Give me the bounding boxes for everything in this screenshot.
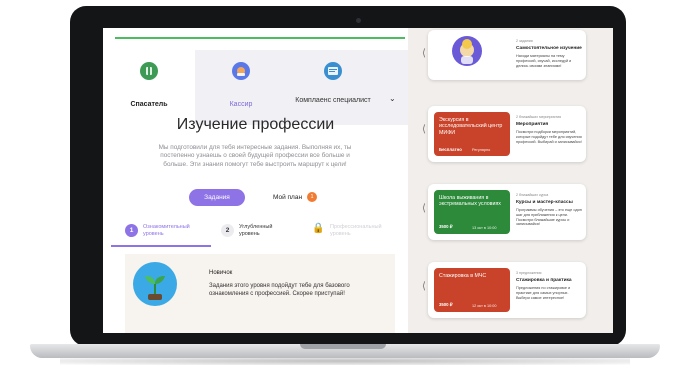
tab-label: Комплаенс специалист: [295, 97, 371, 104]
active-level-underline: [111, 245, 211, 247]
event-price: Бесплатно: [439, 147, 462, 152]
internship-date: 12 окт в 10:00: [472, 304, 497, 308]
card-kicker: 3 предложения: [516, 271, 542, 275]
profession-tabs: Спасатель Кассир Комплаенс специалист ⌄: [103, 50, 408, 125]
card-desc: Находи материалы на тему профессий, изуч…: [516, 54, 572, 68]
card-title: Мероприятия: [516, 122, 549, 127]
level-label[interactable]: Углубленный уровень: [239, 224, 294, 237]
tasks-button[interactable]: Задания: [189, 189, 245, 206]
activities-panel: ⟨ 2 задания Самостоятельное изучение Нах…: [408, 28, 613, 333]
compliance-icon: [324, 62, 342, 80]
event-date: Регулярно: [472, 148, 491, 152]
laptop-shadow: [60, 357, 630, 365]
level-number: 2: [221, 224, 234, 237]
level-number: 1: [125, 224, 138, 237]
internship-title: Стажировка в МЧС: [439, 273, 487, 279]
tab-label: Спасатель: [130, 101, 168, 108]
card-kicker: 2 ближайших мероприятия: [516, 115, 562, 119]
card-title: Стажировка и практика: [516, 278, 572, 283]
course-price: 3500 ₽: [439, 224, 453, 229]
sprout-icon: [133, 262, 177, 306]
card-desc: Посмотри подборки мероприятий, которые п…: [516, 130, 582, 144]
level-text: Задания этого уровня подойдут тебе для б…: [209, 283, 350, 297]
card-desc: Программы обучения – это еще один шаг дл…: [516, 208, 582, 227]
profession-panel: Спасатель Кассир Комплаенс специалист ⌄ …: [103, 28, 408, 333]
chevron-left-icon[interactable]: ⟨: [422, 203, 426, 214]
course-title: Школа выживания в экстремальных условиях: [439, 195, 501, 208]
tab-cashier[interactable]: Кассир: [195, 50, 287, 125]
cashier-icon: [232, 62, 250, 80]
internship-price: 3500 ₽: [439, 302, 453, 307]
progress-line: [115, 37, 405, 39]
card-title: Курсы и мастер-классы: [516, 200, 573, 205]
lock-icon: 🔒: [312, 223, 325, 234]
card-kicker: 2 ближайших курса: [516, 193, 549, 197]
chevron-left-icon[interactable]: ⟨: [422, 124, 426, 135]
plan-count-badge: 1: [307, 192, 317, 202]
level-label: Профессиональный уровень: [330, 224, 382, 237]
tab-lifeguard[interactable]: Спасатель: [103, 50, 195, 125]
card-kicker: 2 задания: [516, 39, 533, 43]
level-label[interactable]: Ознакомительный уровень: [143, 224, 203, 237]
chevron-down-icon[interactable]: ⌄: [389, 94, 396, 103]
tab-label: Кассир: [229, 101, 253, 108]
card-title: Самостоятельное изучение: [516, 46, 582, 51]
card-self-study[interactable]: 2 задания Самостоятельное изучение Наход…: [428, 30, 586, 80]
level-name: Новичок: [209, 270, 233, 276]
event-title: Экскурсия в исследовательский центр МИФИ: [439, 117, 503, 136]
card-internship[interactable]: Стажировка в МЧС 3500 ₽ 12 окт в 10:00 3…: [428, 262, 586, 318]
my-plan-link[interactable]: Мой план: [273, 194, 302, 201]
laptop-notch: [300, 344, 386, 349]
card-courses[interactable]: Школа выживания в экстремальных условиях…: [428, 184, 586, 240]
tab-compliance[interactable]: Комплаенс специалист: [287, 50, 379, 125]
event-image: Экскурсия в исследовательский центр МИФИ…: [434, 112, 510, 156]
webcam: [356, 18, 361, 23]
page-title: Изучение профессии: [176, 116, 335, 133]
internship-image: Стажировка в МЧС 3500 ₽ 12 окт в 10:00: [434, 268, 510, 312]
page-description: Мы подготовили для тебя интересные задан…: [158, 144, 352, 168]
level-tabs: 1 Ознакомительный уровень 2 Углубленный …: [125, 221, 395, 243]
student-avatar-icon: [452, 36, 482, 66]
card-desc: Предложения по стажировке и практике для…: [516, 286, 571, 300]
chevron-left-icon[interactable]: ⟨: [422, 48, 426, 59]
course-image: Школа выживания в экстремальных условиях…: [434, 190, 510, 234]
course-date: 13 окт в 10:00: [472, 226, 497, 230]
chevron-left-icon[interactable]: ⟨: [422, 281, 426, 292]
lifeguard-icon: [140, 62, 158, 80]
screen: Спасатель Кассир Комплаенс специалист ⌄ …: [103, 28, 613, 333]
card-events[interactable]: Экскурсия в исследовательский центр МИФИ…: [428, 106, 586, 162]
